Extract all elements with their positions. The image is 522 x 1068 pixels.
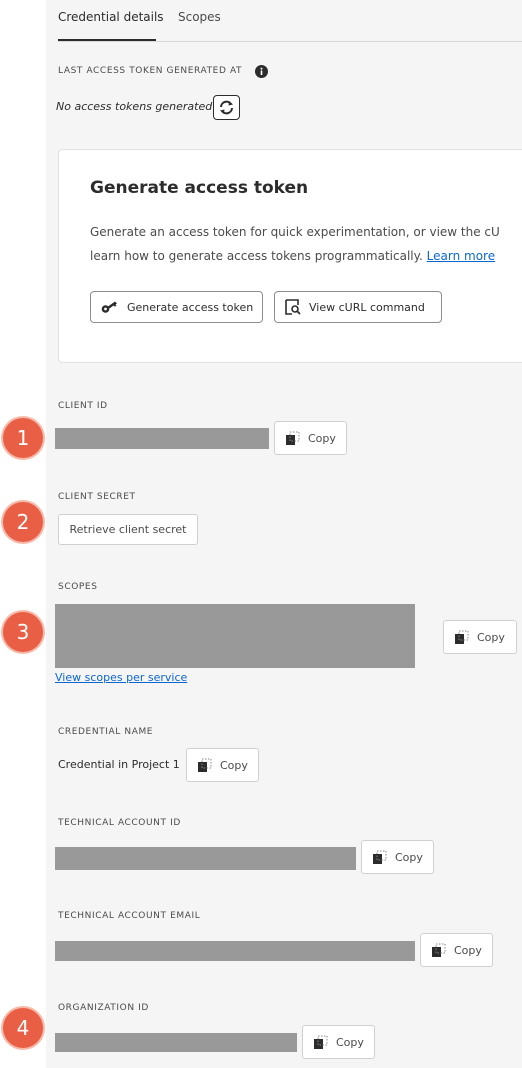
copy-label: Copy [395,850,423,864]
key-icon [101,300,119,314]
retrieve-client-secret-button[interactable]: Retrieve client secret [58,514,198,545]
tab-scopes[interactable]: Scopes [178,10,221,24]
copy-icon [313,1035,328,1050]
card-title: Generate access token [90,178,309,198]
client-id-label: CLIENT ID [58,401,108,411]
technical-account-email-value-redacted [55,941,415,961]
learn-more-link[interactable]: Learn more [427,249,495,263]
view-scopes-per-service-link[interactable]: View scopes per service [55,671,187,684]
annotation-badge-4: 4 [3,1008,43,1048]
organization-id-copy-button[interactable]: Copy [302,1025,375,1059]
copy-label: Copy [477,630,505,644]
copy-icon [197,758,212,773]
view-curl-command-button[interactable]: View cURL command [274,291,442,323]
credential-name-copy-button[interactable]: Copy [186,748,259,782]
copy-icon [285,431,300,446]
retrieve-client-secret-label: Retrieve client secret [69,523,187,536]
client-id-copy-button[interactable]: Copy [274,421,347,455]
annotation-badge-2: 2 [3,502,43,542]
copy-label: Copy [308,431,336,445]
card-description: learn how to generate access tokens prog… [90,249,423,263]
copy-label: Copy [220,758,248,772]
client-id-value-redacted [55,428,269,449]
scopes-label: SCOPES [58,582,98,592]
scopes-value-redacted [55,604,415,668]
tab-credential-details[interactable]: Credential details [58,10,164,24]
client-secret-label: CLIENT SECRET [58,492,136,502]
copy-icon [372,850,387,865]
generate-access-token-label: Generate access token [127,300,254,314]
copy-icon [454,630,469,645]
scopes-copy-button[interactable]: Copy [443,620,517,654]
copy-icon [431,943,446,958]
generate-access-token-button[interactable]: Generate access token [90,291,263,323]
view-curl-command-label: View cURL command [309,300,425,314]
annotation-badge-1: 1 [3,418,43,458]
card-text-line2: learn how to generate access tokens prog… [90,244,495,268]
access-token-status: No access tokens generated [56,100,213,113]
copy-label: Copy [454,943,482,957]
refresh-button[interactable] [213,95,240,120]
copy-label: Copy [336,1035,364,1049]
credential-name-label: CREDENTIAL NAME [58,727,154,737]
view-curl-icon [285,299,301,315]
tab-divider [58,41,522,42]
organization-id-label: ORGANIZATION ID [58,1003,149,1013]
technical-account-id-value-redacted [55,847,356,870]
info-icon[interactable] [255,63,268,82]
credential-name-value: Credential in Project 1 [58,758,180,771]
card-text-line1: Generate an access token for quick exper… [90,225,500,239]
access-token-label: LAST ACCESS TOKEN GENERATED AT [58,66,243,76]
technical-account-email-copy-button[interactable]: Copy [420,933,493,967]
technical-account-id-label: TECHNICAL ACCOUNT ID [58,818,181,828]
technical-account-email-label: TECHNICAL ACCOUNT EMAIL [58,911,201,921]
technical-account-id-copy-button[interactable]: Copy [361,840,434,874]
annotation-badge-3: 3 [3,612,43,652]
refresh-icon [218,100,235,115]
organization-id-value-redacted [55,1033,297,1052]
